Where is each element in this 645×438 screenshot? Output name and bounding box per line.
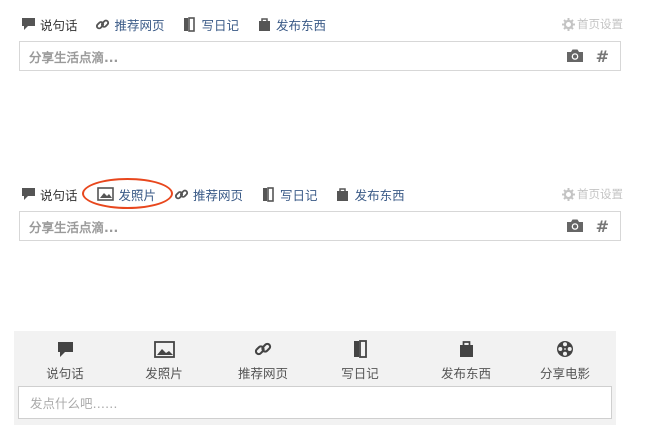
tab-photo-label: 发照片 <box>118 187 157 203</box>
tab-photo[interactable]: 发照片 <box>124 339 204 382</box>
composer-3: 说句话 发照片 推荐网页 写日记 发布东西 分享电影 发点什么吧…… <box>14 331 616 425</box>
post-input[interactable]: 发点什么吧…… <box>18 386 612 419</box>
image-icon <box>153 339 175 359</box>
book-icon <box>353 339 368 359</box>
status-input[interactable]: 分享生活点滴... # <box>19 41 621 71</box>
tab-recommend-link-label: 推荐网页 <box>237 366 288 381</box>
hashtag-button[interactable]: # <box>596 217 609 236</box>
hashtag-button[interactable]: # <box>596 47 609 66</box>
settings-label: 首页设置 <box>577 17 623 31</box>
homepage-settings-link[interactable]: 首页设置 <box>562 186 623 202</box>
tab-publish-item-label: 发布东西 <box>354 187 405 203</box>
tab-recommend-link[interactable]: 推荐网页 <box>173 185 243 204</box>
film-reel-icon <box>556 339 574 359</box>
tab-recommend-link-label: 推荐网页 <box>114 17 165 33</box>
camera-icon[interactable] <box>566 218 584 234</box>
tab-diary[interactable]: 写日记 <box>320 339 400 382</box>
link-icon <box>254 339 272 359</box>
post-input-placeholder: 发点什么吧…… <box>30 396 118 411</box>
tab-recommend-link[interactable]: 推荐网页 <box>95 15 165 34</box>
link-icon <box>95 16 111 32</box>
status-input[interactable]: 分享生活点滴... # <box>19 211 621 241</box>
book-icon <box>182 16 198 32</box>
tab-photo[interactable]: 发照片 <box>97 185 157 204</box>
speech-bubble-icon <box>20 186 36 202</box>
link-icon <box>173 186 189 202</box>
tab-photo-label: 发照片 <box>145 366 183 381</box>
composer-tab-bar: 说句话 推荐网页 写日记 发布东西 首页设置 <box>20 14 623 34</box>
tab-say[interactable]: 说句话 <box>25 339 105 382</box>
speech-bubble-icon <box>20 16 36 32</box>
status-input-placeholder: 分享生活点滴... <box>29 49 119 65</box>
tab-recommend-link-label: 推荐网页 <box>193 187 244 203</box>
tab-diary-label: 写日记 <box>341 366 379 381</box>
tab-publish-item[interactable]: 发布东西 <box>426 339 506 382</box>
bag-icon <box>459 339 474 359</box>
image-icon <box>97 186 115 202</box>
homepage-settings-link[interactable]: 首页设置 <box>562 16 623 32</box>
tab-publish-item-label: 发布东西 <box>440 366 491 381</box>
tab-say[interactable]: 说句话 <box>20 185 78 204</box>
settings-label: 首页设置 <box>577 187 623 201</box>
tab-publish-item[interactable]: 发布东西 <box>256 15 326 34</box>
bag-icon <box>256 16 272 32</box>
composer-big-tab-bar: 说句话 发照片 推荐网页 写日记 发布东西 分享电影 <box>14 339 616 383</box>
tab-publish-item-label: 发布东西 <box>276 17 327 33</box>
gear-icon <box>562 17 575 31</box>
tab-say-label: 说句话 <box>40 187 78 203</box>
status-input-placeholder: 分享生活点滴... <box>29 219 119 235</box>
tab-recommend-link[interactable]: 推荐网页 <box>223 339 303 382</box>
tab-diary[interactable]: 写日记 <box>260 185 318 204</box>
tab-say[interactable]: 说句话 <box>20 15 78 34</box>
tab-diary[interactable]: 写日记 <box>182 15 240 34</box>
gear-icon <box>562 187 575 201</box>
tab-share-movie[interactable]: 分享电影 <box>525 339 605 382</box>
tab-share-movie-label: 分享电影 <box>539 366 590 381</box>
book-icon <box>260 186 276 202</box>
tab-diary-label: 写日记 <box>201 17 240 33</box>
tab-publish-item[interactable]: 发布东西 <box>335 185 405 204</box>
bag-icon <box>335 186 351 202</box>
tab-diary-label: 写日记 <box>280 187 318 203</box>
tab-say-label: 说句话 <box>46 366 84 381</box>
tab-say-label: 说句话 <box>40 17 78 33</box>
camera-icon[interactable] <box>566 48 584 64</box>
composer-tab-bar: 说句话 发照片 推荐网页 写日记 发布东西 首页设置 <box>20 184 623 204</box>
speech-bubble-icon <box>57 339 74 359</box>
